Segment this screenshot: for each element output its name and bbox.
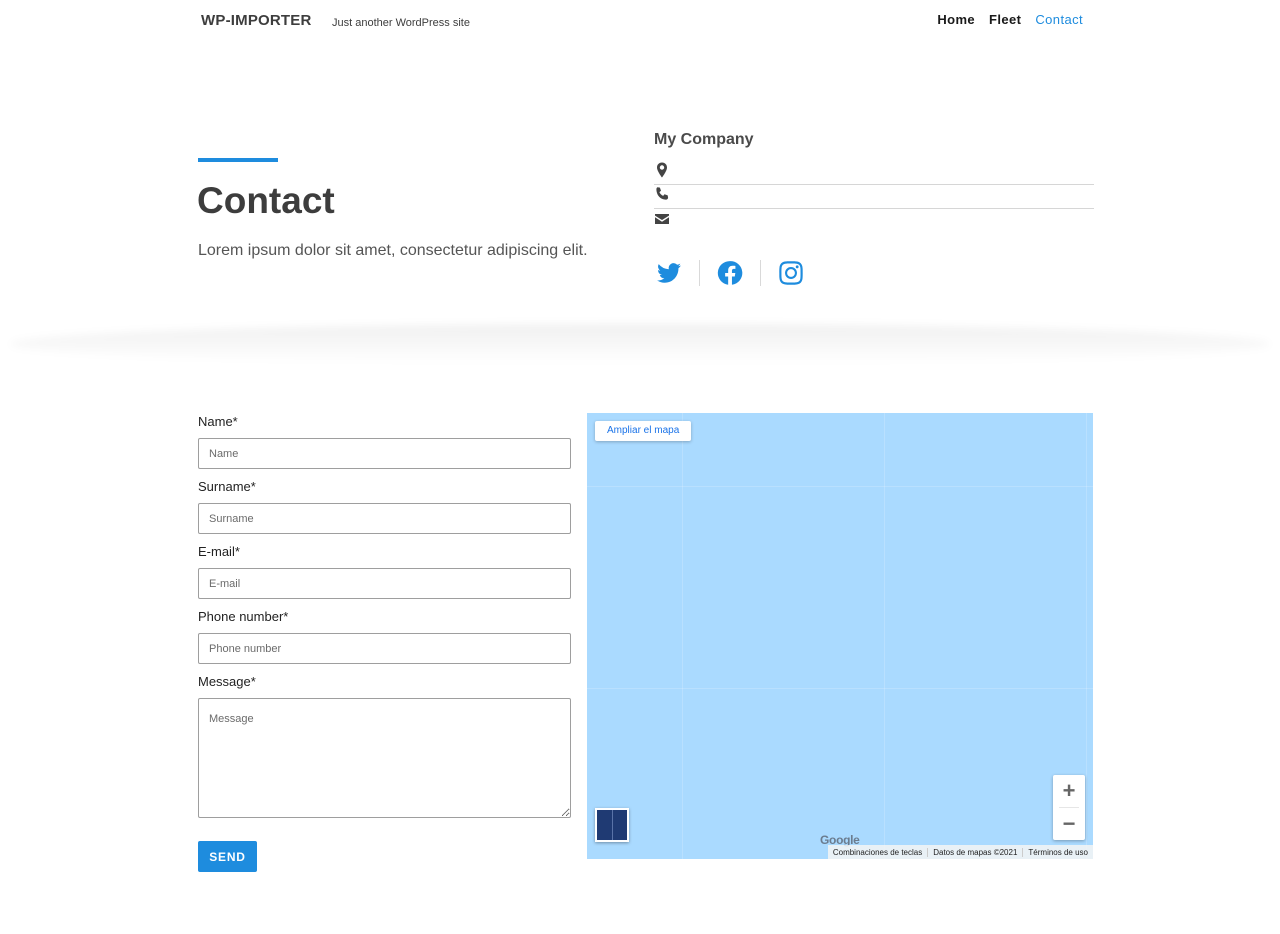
hero-shadow <box>10 324 1270 364</box>
enlarge-map-link[interactable]: Ampliar el mapa <box>595 421 692 441</box>
surname-label: Surname* <box>198 479 256 494</box>
message-field[interactable] <box>198 698 571 818</box>
phone-label: Phone number* <box>198 609 289 624</box>
zoom-out-button[interactable]: − <box>1053 808 1085 840</box>
company-name: My Company <box>654 131 754 148</box>
phone-field[interactable] <box>198 633 571 664</box>
facebook-icon[interactable] <box>715 258 745 288</box>
terms-of-use-link[interactable]: Términos de uso <box>1023 848 1093 857</box>
email-field[interactable] <box>198 568 571 599</box>
message-label: Message* <box>198 674 256 689</box>
email-label: E-mail* <box>198 544 240 559</box>
page-title: Contact <box>197 180 335 221</box>
map-tile-line <box>587 688 1093 689</box>
map-marker-icon <box>654 162 670 183</box>
instagram-icon[interactable] <box>776 258 806 288</box>
social-divider <box>699 260 700 286</box>
map-type-toggle[interactable] <box>595 808 629 842</box>
map-tile-line <box>682 413 683 859</box>
nav-item-contact[interactable]: Contact <box>1035 12 1083 27</box>
surname-field[interactable] <box>198 503 571 534</box>
page-lead: Lorem ipsum dolor sit amet, consectetur … <box>198 242 588 259</box>
phone-icon <box>654 186 670 207</box>
map-tile-line <box>1086 413 1087 859</box>
google-map[interactable]: Ampliar el mapa + − Google Combinaciones… <box>587 413 1093 859</box>
zoom-in-button[interactable]: + <box>1053 775 1085 807</box>
address-row <box>654 161 1094 185</box>
contact-form: Name* Surname* E-mail* Phone number* Mes… <box>198 412 571 872</box>
keyboard-shortcuts-link[interactable]: Combinaciones de teclas <box>828 847 929 857</box>
name-label: Name* <box>198 414 238 429</box>
main-nav: Home Fleet Contact <box>937 12 1083 27</box>
name-field[interactable] <box>198 438 571 469</box>
envelope-icon <box>654 211 670 232</box>
nav-item-fleet[interactable]: Fleet <box>989 12 1021 27</box>
site-header: WP-IMPORTER Just another WordPress site … <box>0 0 1280 44</box>
accent-bar <box>198 158 278 162</box>
email-row <box>654 209 1094 233</box>
zoom-controls: + − <box>1053 775 1085 840</box>
map-attribution: Combinaciones de teclas Datos de mapas ©… <box>827 845 1093 859</box>
map-tile-line <box>884 413 885 859</box>
twitter-icon[interactable] <box>654 258 684 288</box>
site-tagline: Just another WordPress site <box>332 17 470 29</box>
map-data-credit: Datos de mapas ©2021 <box>928 847 1024 857</box>
social-divider <box>760 260 761 286</box>
send-button[interactable]: SEND <box>198 841 257 872</box>
social-links <box>654 258 806 288</box>
company-info: My Company <box>654 131 1094 233</box>
nav-item-home[interactable]: Home <box>937 12 975 27</box>
site-title[interactable]: WP-IMPORTER <box>201 12 312 29</box>
map-tile-line <box>587 486 1093 487</box>
phone-row <box>654 185 1094 209</box>
